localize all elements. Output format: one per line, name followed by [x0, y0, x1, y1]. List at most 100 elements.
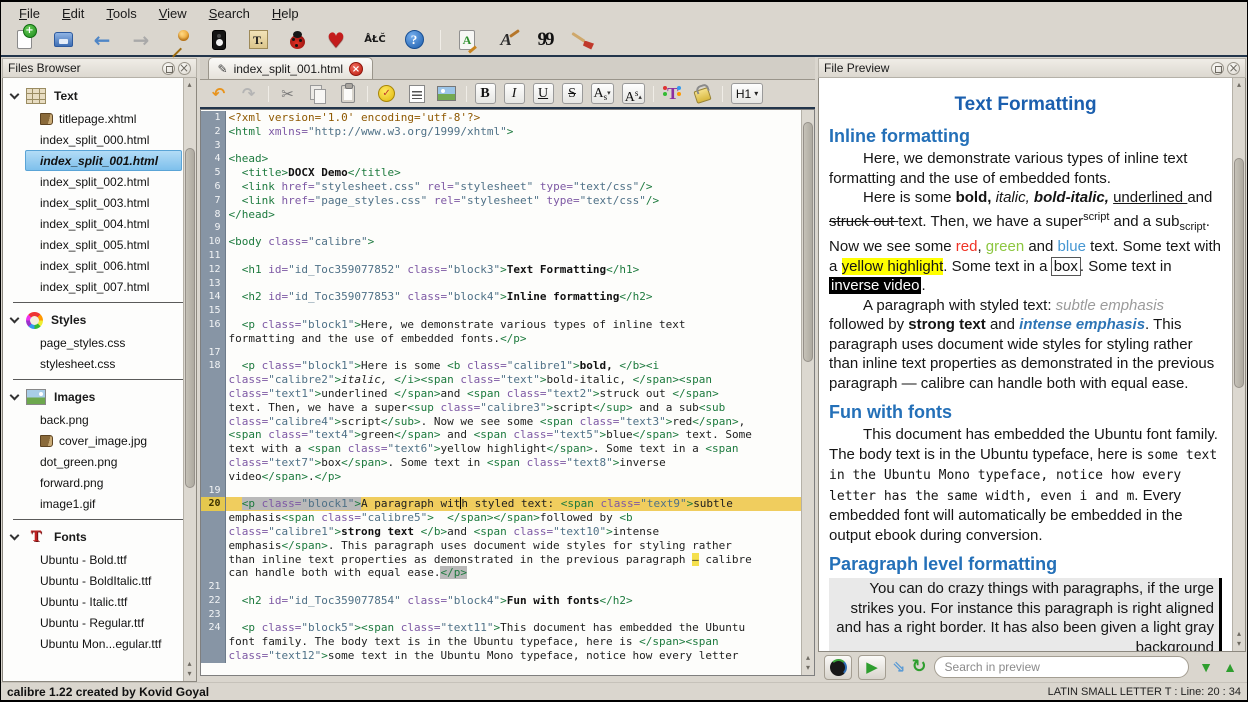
files-scrollbar[interactable]: ▴ ▴ ▾ [183, 78, 196, 681]
tab-close-icon[interactable]: × [349, 62, 363, 76]
code-row[interactable]: 3 [201, 139, 802, 153]
code-row[interactable]: 5 <title>DOCX Demo</title> [201, 166, 802, 180]
paste-icon[interactable] [337, 83, 359, 105]
menu-help[interactable]: Help [262, 4, 309, 23]
pin-icon[interactable] [167, 27, 193, 53]
find-previous-icon[interactable]: ▲ [1220, 659, 1240, 675]
section-text[interactable]: Text [3, 84, 196, 108]
redo-icon[interactable]: ↷ [238, 83, 260, 105]
file-item-ubuntu-regular-ttf[interactable]: Ubuntu - Regular.ttf [25, 612, 182, 633]
section-images[interactable]: Images [3, 385, 196, 409]
strikethrough-icon[interactable]: S [562, 83, 583, 104]
underline-icon[interactable]: U [533, 83, 554, 104]
code-row[interactable]: video</span>.</p> [201, 470, 802, 484]
code-row[interactable]: 13 [201, 277, 802, 291]
code-row[interactable]: 15 [201, 304, 802, 318]
code-row[interactable]: 16 <p class="block1">Here, we demonstrat… [201, 318, 802, 332]
float-panel-icon[interactable] [1211, 62, 1224, 75]
code-row[interactable]: 24 <p class="block5"><span class="text11… [201, 621, 802, 635]
file-item-forward-png[interactable]: forward.png [25, 472, 182, 493]
domino-icon[interactable] [206, 27, 232, 53]
code-row[interactable]: 21 [201, 580, 802, 594]
italic-icon[interactable]: I [504, 83, 525, 104]
code-row[interactable]: class="text12">some text in the Ubuntu M… [201, 649, 802, 663]
copy-icon[interactable] [307, 83, 329, 105]
quotes-icon[interactable]: 99 [532, 27, 558, 53]
file-item-dot-green-png[interactable]: dot_green.png [25, 451, 182, 472]
code-row[interactable]: formatting and the use of embedded fonts… [201, 332, 802, 346]
style-bucket-icon[interactable] [692, 83, 714, 105]
file-item-index-split-003-html[interactable]: index_split_003.html [25, 192, 182, 213]
code-row[interactable]: text. Then, we have a super<sup class="c… [201, 401, 802, 415]
heading-level-icon[interactable]: H1▾ [731, 83, 763, 104]
code-row[interactable]: 9 [201, 221, 802, 235]
float-panel-icon[interactable] [162, 62, 175, 75]
code-row[interactable]: than inline text properties as demonstra… [201, 553, 802, 567]
file-item-index-split-002-html[interactable]: index_split_002.html [25, 171, 182, 192]
file-item-image1-gif[interactable]: image1.gif [25, 493, 182, 514]
code-row[interactable]: emphasis<span class="calibre5"> </span><… [201, 511, 802, 525]
code-row[interactable]: 12 <h1 id="id_Toc359077852" class="block… [201, 263, 802, 277]
code-row[interactable]: font family. The body text is in the Ubu… [201, 635, 802, 649]
undo-icon[interactable]: ↶ [208, 83, 230, 105]
run-button[interactable]: ▶ [858, 655, 886, 680]
scroll-up-icon[interactable]: ▴ [184, 80, 196, 90]
code-row[interactable]: 4<head> [201, 152, 802, 166]
preview-scrollbar-thumb[interactable] [1234, 158, 1244, 388]
code-row[interactable]: class="text7">box</span>. Some text in <… [201, 456, 802, 470]
code-row[interactable]: 10<body class="calibre"> [201, 235, 802, 249]
code-row[interactable]: 7 <link href="page_styles.css" rel="styl… [201, 194, 802, 208]
scroll-up-icon[interactable]: ▴ [802, 653, 814, 663]
code-row[interactable]: can handle both with equal ease.</p> [201, 566, 802, 580]
refresh-icon[interactable]: ↻ [911, 657, 926, 677]
file-item-index-split-007-html[interactable]: index_split_007.html [25, 276, 182, 297]
search-input[interactable] [934, 656, 1189, 678]
document-a-icon[interactable]: A [454, 27, 480, 53]
special-char-icon[interactable]: ✓ [376, 83, 398, 105]
preview-scrollbar[interactable]: ▴ ▴ ▾ [1232, 78, 1245, 651]
code-row[interactable]: 19 [201, 484, 802, 498]
code-editor[interactable]: 1<?xml version='1.0' encoding='utf-8'?>2… [200, 109, 816, 676]
scroll-down-icon[interactable]: ▾ [184, 669, 196, 679]
section-styles[interactable]: Styles [3, 308, 196, 332]
menu-view[interactable]: View [149, 4, 197, 23]
menu-tools[interactable]: Tools [96, 4, 146, 23]
file-item-index-split-005-html[interactable]: index_split_005.html [25, 234, 182, 255]
editor-scrollbar-thumb[interactable] [803, 122, 813, 362]
file-item-index-split-001-html[interactable]: index_split_001.html [25, 150, 182, 171]
forward-icon[interactable]: → [128, 27, 154, 53]
file-item-ubuntu-bold-ttf[interactable]: Ubuntu - Bold.ttf [25, 549, 182, 570]
code-row[interactable]: 20 <p class="block1">A paragraph with st… [201, 497, 802, 511]
sync-icon[interactable]: ⇘ [892, 658, 905, 676]
font-color-icon[interactable]: T [662, 83, 684, 105]
code-row[interactable]: class="calibre1">strong text </b>and <sp… [201, 525, 802, 539]
code-row[interactable]: 22 <h2 id="id_Toc359077854" class="block… [201, 594, 802, 608]
menu-search[interactable]: Search [199, 4, 260, 23]
editor-scrollbar[interactable]: ▴ ▾ [801, 110, 814, 675]
tab-index-split-001[interactable]: ✎ index_split_001.html × [208, 57, 373, 79]
code-row[interactable]: 11 [201, 249, 802, 263]
file-item-ubuntu-italic-ttf[interactable]: Ubuntu - Italic.ttf [25, 591, 182, 612]
code-row[interactable]: class="calibre4">script</sub>. Now we se… [201, 415, 802, 429]
section-fonts[interactable]: TFonts [3, 525, 196, 549]
scroll-up-icon[interactable]: ▴ [1233, 80, 1245, 90]
cut-icon[interactable]: ✂ [277, 83, 299, 105]
help-icon[interactable]: ? [401, 27, 427, 53]
bold-icon[interactable]: B [475, 83, 496, 104]
file-item-stylesheet-css[interactable]: stylesheet.css [25, 353, 182, 374]
code-row[interactable]: class="text1">underlined </span>and <spa… [201, 387, 802, 401]
code-row[interactable]: 14 <h2 id="id_Toc359077853" class="block… [201, 290, 802, 304]
code-row[interactable]: 8</head> [201, 208, 802, 222]
superscript-icon[interactable]: As▴ [622, 83, 645, 104]
code-row[interactable]: 6 <link href="stylesheet.css" rel="style… [201, 180, 802, 194]
code-row[interactable]: text with a <span class="text6">yellow h… [201, 442, 802, 456]
chevron-down-icon[interactable] [10, 530, 20, 540]
file-item-cover-image-jpg[interactable]: cover_image.jpg [25, 430, 182, 451]
a-pencil-icon[interactable]: A [493, 27, 519, 53]
file-item-back-png[interactable]: back.png [25, 409, 182, 430]
scroll-up-icon[interactable]: ▴ [1233, 629, 1245, 639]
spellcheck-icon[interactable]: ÅŁČ [362, 27, 388, 53]
code-row[interactable]: 18 <p class="block1">Here is some <b cla… [201, 359, 802, 373]
broom-icon[interactable] [571, 27, 597, 53]
code-row[interactable]: <span class="text4">green</span> and <sp… [201, 428, 802, 442]
